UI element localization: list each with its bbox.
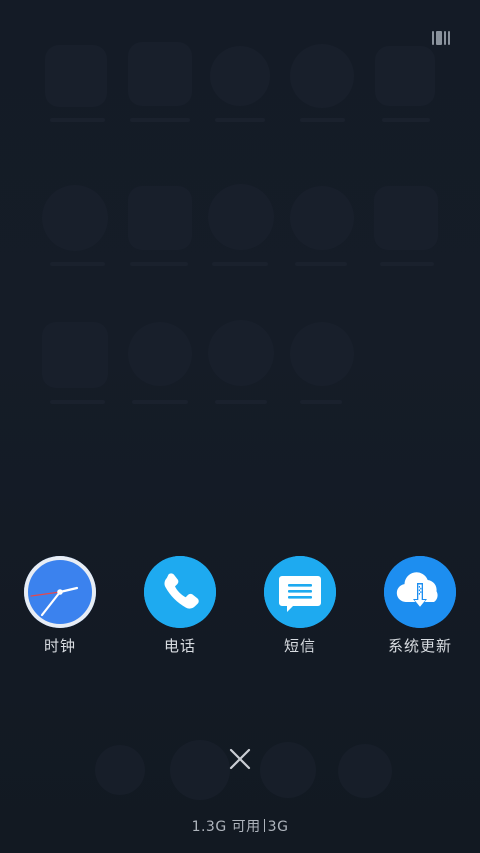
close-icon	[229, 748, 251, 770]
ghost-label	[300, 400, 342, 404]
ghost-dock-icon	[260, 742, 316, 798]
ghost-label	[50, 400, 105, 404]
ghost-app-icon	[128, 322, 192, 386]
ghost-dock-icon	[338, 744, 392, 798]
recent-app-system-update[interactable]: 系统更新	[370, 556, 470, 656]
ghost-label	[215, 400, 267, 404]
recent-app-phone[interactable]: 电话	[130, 556, 230, 656]
memory-info: 1.3G 可用 3G	[0, 816, 480, 836]
ghost-label	[215, 118, 265, 122]
app-label: 时钟	[43, 637, 76, 655]
recent-app-clock[interactable]: 时钟	[10, 556, 110, 656]
ghost-dock-icon	[95, 745, 145, 795]
ghost-dock-icon	[170, 740, 230, 800]
clock-icon	[24, 556, 96, 628]
app-label: 系统更新	[387, 637, 452, 655]
ghost-app-icon	[42, 322, 108, 388]
recent-apps-screen: 时钟 电话 短信 系统更新 1.3G 可用 3G	[0, 0, 480, 853]
message-icon	[264, 556, 336, 628]
memory-available: 1.3G 可用	[191, 819, 261, 835]
ghost-app-icon	[45, 45, 107, 107]
memory-separator	[263, 819, 265, 832]
memory-total: 3G	[267, 819, 289, 835]
ghost-label	[130, 118, 190, 122]
ghost-app-icon	[290, 322, 354, 386]
multi-window-icon[interactable]	[432, 31, 450, 45]
ghost-app-icon	[128, 186, 192, 250]
ghost-label	[300, 118, 345, 122]
ghost-app-icon	[374, 186, 438, 250]
recent-app-messages[interactable]: 短信	[250, 556, 350, 656]
cloud-download-icon	[384, 556, 456, 628]
ghost-label	[295, 262, 347, 266]
recent-apps-row: 时钟 电话 短信 系统更新	[0, 556, 480, 666]
ghost-app-icon	[375, 46, 435, 106]
ghost-label	[380, 262, 434, 266]
ghost-label	[130, 262, 188, 266]
ghost-app-icon	[208, 320, 274, 386]
ghost-label	[132, 400, 188, 404]
ghost-app-icon	[290, 44, 354, 108]
ghost-label	[50, 118, 105, 122]
ghost-app-icon	[290, 186, 354, 250]
ghost-app-icon	[210, 46, 270, 106]
app-label: 电话	[163, 637, 196, 655]
ghost-label	[50, 262, 105, 266]
ghost-app-icon	[42, 185, 108, 251]
ghost-app-icon	[208, 184, 274, 250]
ghost-label	[212, 262, 268, 266]
ghost-app-icon	[128, 42, 192, 106]
phone-icon	[144, 556, 216, 628]
app-label: 短信	[283, 637, 316, 655]
close-all-button[interactable]	[222, 741, 258, 777]
ghost-label	[382, 118, 430, 122]
